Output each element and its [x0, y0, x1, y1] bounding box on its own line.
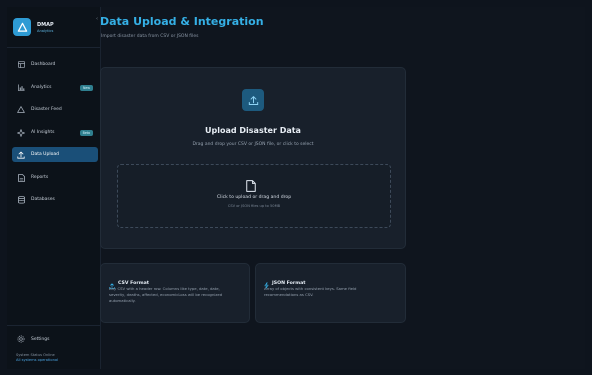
sidebar-item-label: Databases: [31, 197, 55, 202]
file-icon: [246, 177, 256, 196]
collapse-sidebar-icon[interactable]: ‹: [96, 16, 98, 22]
dropzone-title: Click to upload or drag and drop: [216, 195, 292, 200]
json-format-card: JSON Format Array of objects with consis…: [255, 263, 406, 323]
sidebar-item-label: AI Insights: [31, 130, 55, 135]
csv-format-description: Any CSV with a header row. Columns like …: [109, 286, 222, 304]
sidebar-divider: [7, 325, 100, 326]
sidebar-item-label: Disaster Feed: [31, 107, 62, 112]
sidebar-item-disaster-feed[interactable]: Disaster Feed: [12, 102, 98, 117]
upload-icon: [242, 89, 264, 111]
page-title: Data Upload & Integration: [100, 15, 264, 28]
file-dropzone[interactable]: Click to upload or drag and drop CSV or …: [117, 164, 391, 228]
sidebar-item-dashboard[interactable]: Dashboard: [12, 57, 98, 72]
sidebar-divider: [7, 47, 100, 48]
settings-button[interactable]: Settings: [12, 332, 98, 346]
sidebar-item-analytics[interactable]: Analytics New: [12, 80, 98, 95]
settings-label: Settings: [31, 336, 50, 342]
chart-icon: [15, 84, 27, 91]
status-title: System Status Online: [16, 353, 55, 357]
upload-title: Upload Disaster Data: [205, 126, 301, 135]
sidebar-item-reports[interactable]: Reports: [12, 170, 98, 185]
description-line: recommendations as CSV.: [264, 292, 314, 297]
upload-icon: [15, 151, 27, 159]
sidebar-item-label: Dashboard: [31, 62, 56, 67]
sidebar-item-data-upload[interactable]: Data Upload: [12, 147, 98, 162]
beta-badge: Beta: [79, 129, 93, 136]
app-subtitle: Analytics: [37, 28, 54, 33]
json-format-description: Array of objects with consistent keys. S…: [264, 286, 356, 298]
sidebar: DMAP Analytics ‹ Dashboard Analytics New…: [7, 7, 101, 369]
sidebar-item-databases[interactable]: Databases: [12, 192, 98, 207]
app-name: DMAP: [37, 21, 54, 28]
document-icon: [15, 173, 27, 182]
description-line: automatically.: [109, 298, 136, 303]
sidebar-item-label: Analytics: [31, 85, 52, 90]
csv-format-card: CSV Format Any CSV with a header row. Co…: [100, 263, 250, 323]
upload-card: Upload Disaster Data Drag and drop your …: [100, 67, 406, 249]
database-icon: [15, 195, 27, 204]
dropzone-hint: CSV or JSON files up to 50MB: [227, 204, 281, 208]
warning-icon: [15, 106, 27, 113]
gear-icon: [15, 335, 27, 343]
brand[interactable]: DMAP Analytics: [13, 13, 95, 41]
sidebar-item-ai-insights[interactable]: AI Insights Beta: [12, 125, 98, 140]
system-status: System Status Online All systems operati…: [16, 353, 58, 362]
logo-icon: [13, 18, 31, 36]
dashboard-icon: [15, 61, 27, 68]
sidebar-item-label: Reports: [31, 175, 49, 180]
sidebar-item-label: Data Upload: [31, 152, 59, 157]
main-content: Data Upload & Integration Import disaste…: [100, 7, 585, 369]
status-subtitle: All systems operational: [16, 358, 59, 362]
page-subtitle: Import disaster data from CSV or JSON fi…: [101, 34, 199, 39]
new-badge: New: [80, 84, 93, 91]
app-window: DMAP Analytics ‹ Dashboard Analytics New…: [7, 7, 585, 369]
sparkle-icon: [15, 128, 27, 137]
upload-description: Drag and drop your CSV or JSON file, or …: [192, 142, 314, 147]
